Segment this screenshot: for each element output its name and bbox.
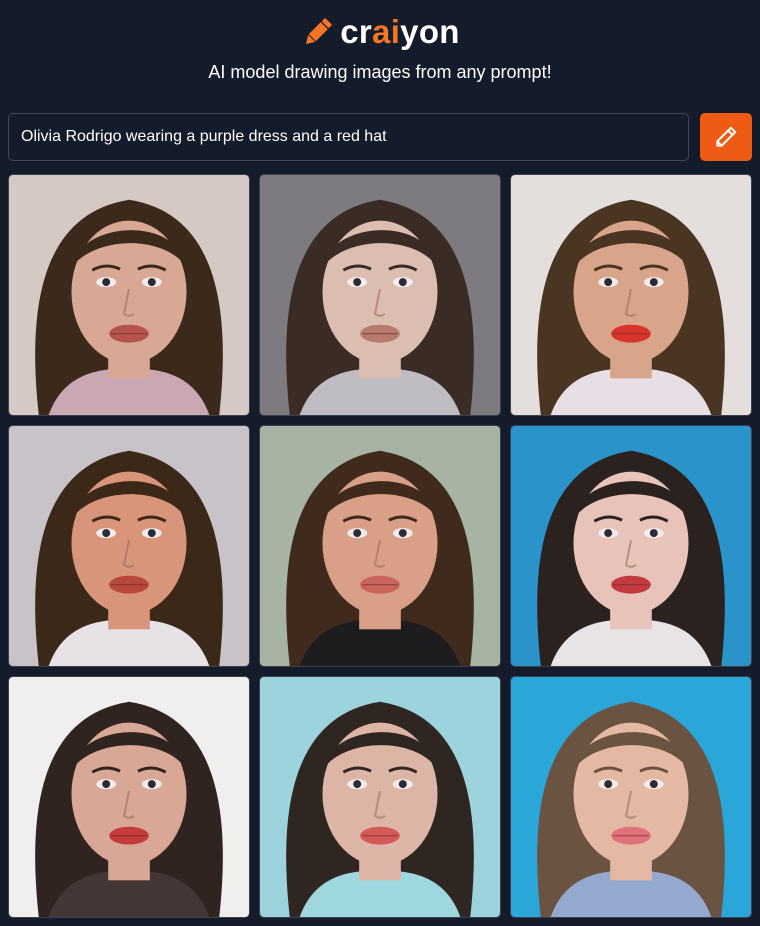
logo-text-accent: ai: [372, 13, 401, 50]
logo-text-prefix: cr: [340, 13, 373, 50]
draw-button[interactable]: [700, 113, 752, 161]
generated-image-4[interactable]: [8, 425, 250, 667]
prompt-row: [8, 113, 752, 161]
results-grid: [8, 174, 752, 918]
generated-image-9[interactable]: [510, 676, 752, 918]
tagline: AI model drawing images from any prompt!: [208, 62, 552, 82]
pencil-icon: [300, 14, 336, 50]
prompt-input[interactable]: [8, 113, 689, 161]
logo-wordmark: craiyon: [340, 13, 460, 51]
portrait-image: [511, 426, 751, 666]
portrait-image: [511, 677, 751, 917]
generated-image-8[interactable]: [259, 676, 501, 918]
craiyon-page: craiyon AI model drawing images from any…: [0, 0, 760, 926]
logo-text-suffix: yon: [400, 13, 460, 50]
generated-image-1[interactable]: [8, 174, 250, 416]
portrait-image: [260, 426, 500, 666]
generated-image-3[interactable]: [510, 174, 752, 416]
generated-image-5[interactable]: [259, 425, 501, 667]
logo[interactable]: craiyon: [0, 10, 760, 54]
generated-image-6[interactable]: [510, 425, 752, 667]
portrait-image: [9, 677, 249, 917]
portrait-image: [260, 677, 500, 917]
generated-image-7[interactable]: [8, 676, 250, 918]
portrait-image: [9, 426, 249, 666]
portrait-image: [9, 175, 249, 415]
portrait-image: [511, 175, 751, 415]
portrait-image: [260, 175, 500, 415]
generated-image-2[interactable]: [259, 174, 501, 416]
pencil-icon: [713, 124, 739, 150]
